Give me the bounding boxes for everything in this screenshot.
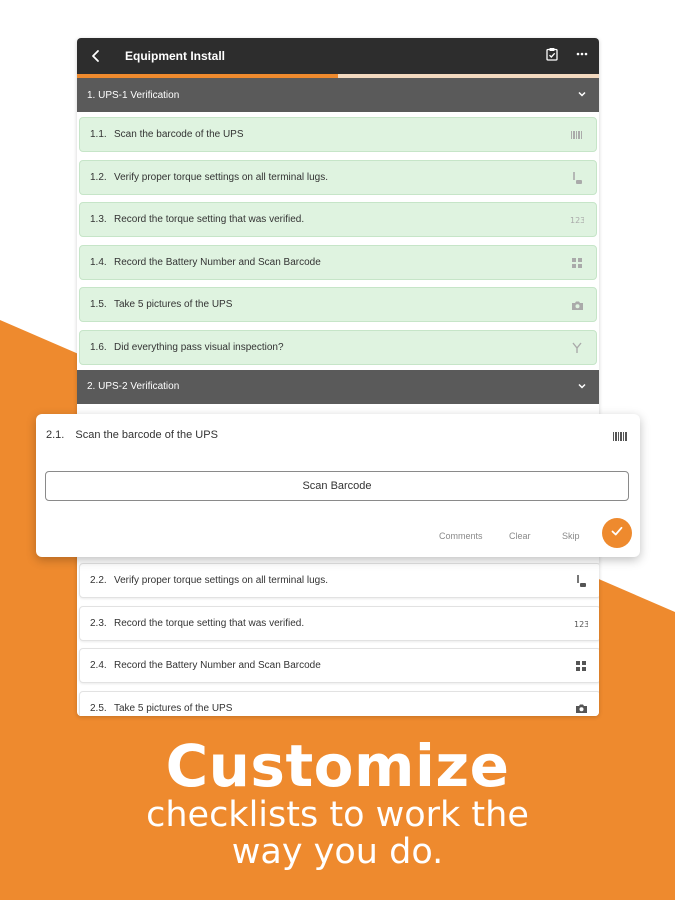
clear-button[interactable]: Clear: [509, 531, 531, 541]
torque-wrench-icon: [570, 171, 584, 185]
item-number: 2.1.: [46, 429, 65, 441]
comments-button[interactable]: Comments: [439, 531, 483, 541]
item-number: 2.5.: [90, 702, 107, 714]
checklist-item[interactable]: 2.2. Verify proper torque settings on al…: [79, 563, 599, 598]
item-number: 1.3.: [90, 214, 107, 225]
item-number: 1.6.: [90, 341, 107, 353]
checklist-app-window: Equipment Install 1. UPS-1 Verification …: [77, 38, 599, 716]
camera-icon: [570, 298, 584, 312]
checklist-item[interactable]: 2.3. Record the torque setting that was …: [79, 605, 599, 641]
item-number: 1.2.: [90, 171, 107, 183]
checklist-item[interactable]: 2.5. Take 5 pictures of the UPS: [79, 690, 599, 716]
scan-barcode-button[interactable]: Scan Barcode: [45, 471, 629, 501]
barcode-icon: [612, 429, 628, 447]
svg-text:123: 123: [574, 620, 588, 629]
more-dots-icon[interactable]: [575, 47, 589, 66]
item-number: 2.4.: [90, 660, 107, 671]
chevron-down-icon[interactable]: [577, 381, 587, 394]
grid-icon: [570, 256, 584, 270]
promo-subline-2: way you do.: [231, 832, 444, 872]
clipboard-check-icon[interactable]: [545, 47, 559, 66]
checklist-item[interactable]: 1.5. Take 5 pictures of the UPS: [79, 287, 597, 322]
item-label: Record the torque setting that was verif…: [114, 214, 305, 225]
number-123-icon: 123: [570, 213, 584, 227]
item-number: 1.5.: [90, 299, 107, 310]
branch-icon: [570, 341, 584, 355]
active-item-card: 2.1. Scan the barcode of the UPS Scan Ba…: [36, 414, 640, 557]
skip-button[interactable]: Skip: [562, 531, 580, 541]
item-label: Verify proper torque settings on all ter…: [114, 171, 328, 183]
section-2-items: 2.2. Verify proper torque settings on al…: [77, 558, 599, 716]
item-label: Verify proper torque settings on all ter…: [114, 575, 328, 586]
section-header-ups-1[interactable]: 1. UPS-1 Verification: [77, 78, 599, 112]
item-label: Take 5 pictures of the UPS: [114, 702, 233, 714]
item-number: 1.1.: [90, 129, 107, 140]
checkmark-icon: [610, 524, 624, 543]
chevron-down-icon[interactable]: [577, 89, 587, 102]
page-title: Equipment Install: [125, 49, 226, 63]
svg-text:123: 123: [570, 216, 584, 225]
section-header-ups-2[interactable]: 2. UPS-2 Verification: [77, 369, 599, 404]
item-label: Did everything pass visual inspection?: [114, 341, 284, 353]
checklist-item[interactable]: 1.1. Scan the barcode of the UPS: [79, 117, 597, 152]
item-label: Record the torque setting that was verif…: [114, 617, 305, 629]
section-title: 1. UPS-1 Verification: [87, 89, 180, 101]
checklist-item[interactable]: 2.4. Record the Battery Number and Scan …: [79, 648, 599, 683]
item-label: Record the Battery Number and Scan Barco…: [114, 660, 321, 671]
checklist-item[interactable]: 1.2. Verify proper torque settings on al…: [79, 159, 597, 195]
item-number: 1.4.: [90, 256, 107, 268]
number-123-icon: 123: [574, 617, 588, 631]
item-label: Scan the barcode of the UPS: [75, 429, 218, 441]
barcode-icon: [570, 128, 584, 142]
checklist-item[interactable]: 1.6. Did everything pass visual inspecti…: [79, 329, 597, 365]
promo-headline: Customize: [165, 732, 510, 800]
grid-icon: [574, 659, 588, 673]
checklist-item[interactable]: 1.4. Record the Battery Number and Scan …: [79, 244, 597, 280]
item-label: Take 5 pictures of the UPS: [114, 299, 233, 310]
item-label: Scan the barcode of the UPS: [114, 129, 244, 140]
section-1-items: 1.1. Scan the barcode of the UPS 1.2. Ve…: [77, 112, 599, 365]
promo-subline-1: checklists to work the: [146, 795, 529, 835]
section-title: 2. UPS-2 Verification: [87, 381, 180, 392]
torque-wrench-icon: [574, 574, 588, 588]
top-bar: Equipment Install: [77, 38, 599, 74]
item-label: Record the Battery Number and Scan Barco…: [114, 256, 321, 268]
arrow-left-icon[interactable]: [79, 38, 113, 74]
checklist-item[interactable]: 1.3. Record the torque setting that was …: [79, 202, 597, 237]
camera-icon: [574, 702, 588, 716]
item-number: 2.3.: [90, 617, 107, 629]
confirm-button[interactable]: [602, 518, 632, 548]
item-number: 2.2.: [90, 575, 107, 586]
